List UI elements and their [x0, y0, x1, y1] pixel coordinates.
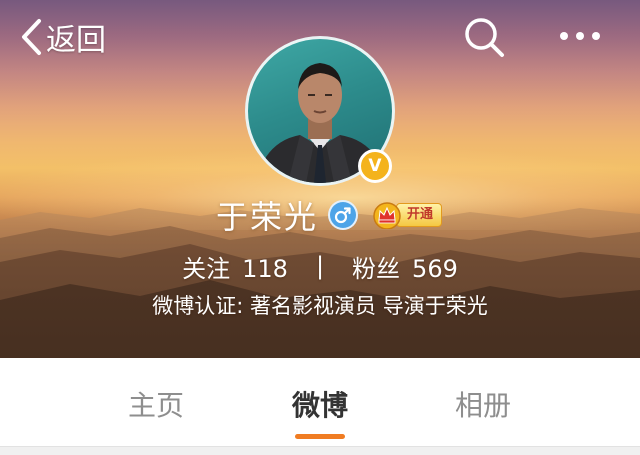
followers-stat[interactable]: 粉丝 569 [352, 249, 458, 284]
stats-divider: | [315, 252, 325, 280]
search-button[interactable] [462, 15, 506, 59]
user-name: 于荣光 [215, 198, 318, 236]
avatar-container[interactable]: V [245, 36, 395, 186]
vip-open-badge[interactable]: 开通 [372, 201, 443, 229]
followers-count: 569 [412, 254, 458, 283]
tab-album[interactable]: 相册 [453, 384, 513, 424]
male-icon [328, 200, 358, 230]
following-stat[interactable]: 关注 118 [182, 249, 288, 284]
vip-open-label: 开通 [396, 203, 443, 227]
tab-weibo[interactable]: 微博 [290, 384, 350, 424]
tab-home[interactable]: 主页 [126, 384, 186, 424]
following-count: 118 [242, 254, 288, 283]
back-label: 返回 [46, 23, 106, 58]
crown-icon [373, 202, 401, 229]
back-button[interactable]: 返回 [20, 16, 106, 58]
active-tab-indicator [295, 434, 345, 439]
name-row: 于荣光 开通 [0, 192, 640, 238]
following-label: 关注 [182, 254, 231, 283]
stats-row: 关注 118 | 粉丝 569 [0, 246, 640, 286]
content-divider [0, 446, 640, 455]
followers-label: 粉丝 [352, 254, 401, 283]
verification-info: 微博认证: 著名影视演员 导演于荣光 [152, 294, 488, 318]
more-dots-icon [560, 32, 600, 40]
chevron-left-icon [22, 19, 41, 55]
verified-badge: V [358, 149, 392, 183]
profile-tab-bar: 主页 微博 相册 [0, 358, 640, 446]
more-button[interactable] [552, 18, 608, 58]
search-icon [465, 18, 504, 57]
